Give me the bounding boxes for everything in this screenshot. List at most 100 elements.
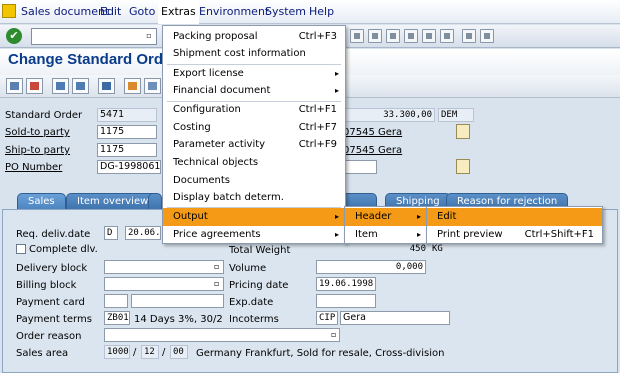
enter-check-icon[interactable]: ✔ <box>6 28 22 44</box>
status-overview-icon[interactable] <box>26 78 43 94</box>
menu-extras[interactable]: Extras <box>158 0 199 24</box>
toolbar-find-next-icon[interactable] <box>368 29 382 43</box>
exp-date-field[interactable] <box>316 294 376 308</box>
display-doc-flow-icon[interactable] <box>6 78 23 94</box>
standard-order-label: Standard Order <box>5 110 83 121</box>
sales-org-field: 1000 <box>104 345 130 359</box>
menu-item-shipment-cost-information[interactable]: Shipment cost information <box>163 45 345 63</box>
complete-dlv-checkbox[interactable] <box>16 244 26 254</box>
payment-card-label: Payment card <box>16 297 85 308</box>
req-deliv-date-label: Req. deliv.date <box>16 229 91 240</box>
sap-window-icon[interactable] <box>2 4 16 18</box>
toolbar-first-page-icon[interactable] <box>386 29 400 43</box>
sold-to-name[interactable]: 07545 Gera <box>343 127 402 138</box>
submenu-arrow-icon: ▸ <box>334 230 339 239</box>
billing-block-dropdown-icon[interactable]: ▫ <box>214 279 219 288</box>
menu-item-item[interactable]: Item ▸ <box>345 226 427 244</box>
ship-to-field[interactable]: 1175 <box>97 143 157 157</box>
command-field[interactable] <box>31 28 157 45</box>
ship-to-label[interactable]: Ship-to party <box>5 145 70 156</box>
command-dropdown-icon[interactable]: ▫ <box>144 30 154 42</box>
billing-block-dropdown[interactable] <box>104 277 224 291</box>
menu-system[interactable]: System <box>262 0 309 24</box>
volume-field[interactable]: 0,000 <box>316 260 426 274</box>
weight-unit-field: KG <box>432 244 443 254</box>
incoterms-label: Incoterms <box>229 314 279 325</box>
incoterms-place-field[interactable]: Gera <box>340 311 450 325</box>
toolbar-new-session-icon[interactable] <box>462 29 476 43</box>
submenu-arrow-icon: ▸ <box>334 86 339 95</box>
menu-item-configuration[interactable]: Configuration Ctrl+F1 <box>163 101 345 119</box>
incoterms-code-field[interactable]: CIP <box>316 311 338 325</box>
payment-terms-text: 14 Days 3%, 30/2 <box>134 314 223 325</box>
order-reason-dropdown-icon[interactable]: ▫ <box>331 330 336 339</box>
sold-to-label[interactable]: Sold-to party <box>5 127 70 138</box>
create-item-icon[interactable] <box>98 78 115 94</box>
submenu-arrow-icon: ▸ <box>334 212 339 221</box>
volume-label: Volume <box>229 263 267 274</box>
pricing-date-label: Pricing date <box>229 280 289 291</box>
billing-block-label: Billing block <box>16 280 77 291</box>
req-deliv-date-field[interactable]: 20.06. <box>125 226 161 240</box>
delivery-block-dropdown-icon[interactable]: ▫ <box>214 262 219 271</box>
toolbar-last-page-icon[interactable] <box>440 29 454 43</box>
req-deliv-type-field[interactable]: D <box>104 226 118 240</box>
menu-help[interactable]: Help <box>306 0 337 24</box>
menu-item-packing-proposal[interactable]: Packing proposal Ctrl+F3 <box>163 28 345 46</box>
currency-field: DEM <box>438 108 474 122</box>
sold-to-details-icon[interactable] <box>456 124 470 139</box>
order-reason-dropdown[interactable] <box>104 328 340 342</box>
payment-card-number-field[interactable] <box>131 294 224 308</box>
menu-item-costing[interactable]: Costing Ctrl+F7 <box>163 119 345 137</box>
menu-item-export-license[interactable]: Export license ▸ <box>163 65 345 83</box>
menu-item-parameter-activity[interactable]: Parameter activity Ctrl+F9 <box>163 136 345 154</box>
menu-item-financial-document[interactable]: Financial document ▸ <box>163 82 345 100</box>
submenu-arrow-icon: ▸ <box>334 69 339 78</box>
menu-item-display-batch-determ[interactable]: Display batch determ. <box>163 189 345 207</box>
toolbar-find-icon[interactable] <box>350 29 364 43</box>
net-value-field: 33.300,00 <box>343 108 435 122</box>
division-field: 00 <box>170 345 188 359</box>
payment-terms-label: Payment terms <box>16 314 92 325</box>
pricing-icon[interactable] <box>144 78 161 94</box>
standard-order-field: 5471 <box>97 108 157 122</box>
tab-sales[interactable]: Sales <box>17 193 66 209</box>
menu-goto[interactable]: Goto <box>126 0 158 24</box>
ship-to-name[interactable]: 07545 Gera <box>343 145 402 156</box>
sales-area-slash-2: / <box>162 347 166 358</box>
submenu-arrow-icon: ▸ <box>416 230 421 239</box>
submenu-arrow-icon: ▸ <box>416 212 421 221</box>
menu-item-print-preview[interactable]: Print preview Ctrl+Shift+F1 <box>427 226 602 244</box>
menu-item-price-agreements[interactable]: Price agreements ▸ <box>163 226 345 244</box>
item-detail-icon[interactable] <box>72 78 89 94</box>
pricing-date-field[interactable]: 19.06.1998 <box>316 277 376 291</box>
toolbar-shortcut-icon[interactable] <box>480 29 494 43</box>
po-date-field[interactable] <box>343 160 377 174</box>
po-number-field[interactable]: DG-19980619 <box>97 160 161 174</box>
total-weight-label: Total Weight <box>229 245 291 256</box>
delivery-block-label: Delivery block <box>16 263 88 274</box>
payment-card-type-field[interactable] <box>104 294 128 308</box>
menu-item-output[interactable]: Output ▸ <box>163 208 345 226</box>
tab-item-overview[interactable]: Item overview <box>66 193 160 209</box>
po-number-label: PO Number <box>5 162 63 173</box>
menu-edit[interactable]: Edit <box>97 0 124 24</box>
tab-item-detail[interactable] <box>148 193 162 209</box>
menu-item-edit-output[interactable]: Edit <box>427 208 602 226</box>
orders-icon[interactable] <box>124 78 141 94</box>
menu-environment[interactable]: Environment <box>196 0 272 24</box>
extras-menu: Packing proposal Ctrl+F3 Shipment cost in… <box>162 25 346 244</box>
payment-terms-field[interactable]: ZB01 <box>104 311 130 325</box>
header-overview-icon[interactable] <box>52 78 69 94</box>
sales-area-description: Germany Frankfurt, Sold for resale, Cros… <box>196 348 445 359</box>
toolbar-prev-page-icon[interactable] <box>404 29 418 43</box>
menu-item-header[interactable]: Header ▸ <box>345 208 427 226</box>
delivery-block-dropdown[interactable] <box>104 260 224 274</box>
toolbar-next-page-icon[interactable] <box>422 29 436 43</box>
menu-item-documents[interactable]: Documents <box>163 172 345 190</box>
po-details-icon[interactable] <box>456 159 470 174</box>
sold-to-field[interactable]: 1175 <box>97 125 157 139</box>
menu-item-technical-objects[interactable]: Technical objects <box>163 154 345 172</box>
header-submenu: Edit Print preview Ctrl+Shift+F1 <box>426 206 603 244</box>
total-weight-field: 450 <box>409 244 426 254</box>
